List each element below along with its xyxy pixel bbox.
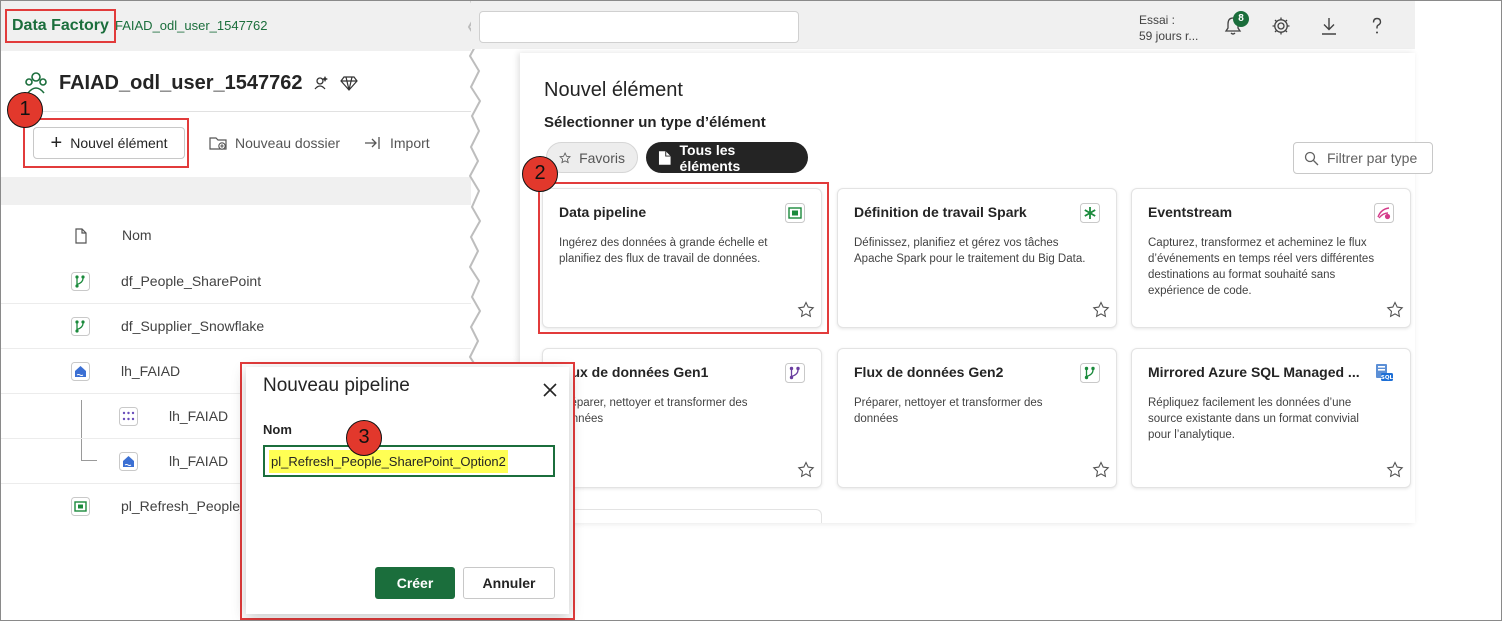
step-badge-2: 2 (522, 156, 558, 192)
new-item-label: Nouvel élément (70, 135, 168, 151)
card-description: Capturez, transformez et acheminez le fl… (1148, 237, 1375, 297)
filter-placeholder: Filtrer par type (1327, 150, 1418, 166)
favorite-star-icon[interactable] (1092, 461, 1110, 479)
file-type-column-icon (75, 228, 87, 244)
card-title: Flux de données Gen2 (854, 364, 1004, 380)
global-search-input[interactable] (479, 11, 799, 43)
card-title: Définition de travail Spark (854, 204, 1027, 220)
dataflow-gen2-icon (1080, 363, 1100, 383)
workspace-header: FAIAD_odl_user_1547762 (23, 67, 359, 99)
pipeline-icon (71, 497, 90, 516)
tab-favorites-label: Favoris (579, 149, 625, 166)
sql-mirror-icon: SQL (1376, 364, 1394, 381)
tab-all-items-label: Tous les éléments (679, 141, 741, 174)
card-description: Répliquez facilement les données d’une s… (1148, 397, 1359, 441)
row-name[interactable]: df_Supplier_Snowflake (121, 318, 264, 334)
item-card-eventstream[interactable]: Eventstream Capturez, transformez et ach… (1131, 188, 1411, 328)
column-header-name[interactable]: Nom (122, 227, 152, 243)
search-icon (1304, 151, 1319, 165)
pipeline-name-input[interactable]: pl_Refresh_People_SharePoint_Option2 (263, 445, 555, 477)
card-title: Eventstream (1148, 204, 1233, 220)
row-name[interactable]: lh_FAIAD (169, 408, 228, 424)
dataflow-gen2-icon (71, 272, 90, 291)
trial-days: 59 jours r... (1139, 29, 1199, 43)
item-card-mirrored-azure-sql[interactable]: Mirrored Azure SQL Managed ... SQL Répli… (1131, 348, 1411, 488)
card-description: Définissez, planifiez et gérez vos tâche… (854, 237, 1086, 265)
card-description: Préparer, nettoyer et transformer des do… (854, 397, 1043, 425)
step-badge-1: 1 (7, 92, 43, 128)
tab-all-items[interactable]: Tous les éléments (646, 141, 808, 174)
new-folder-icon (209, 137, 227, 150)
card-title: Flux de données Gen1 (559, 364, 709, 380)
breadcrumb-workspace[interactable]: FAIAD_odl_user_1547762 (115, 18, 268, 33)
highlight-box-data-pipeline (538, 182, 829, 334)
item-card-dataflow-gen1[interactable]: Flux de données Gen1 Préparer, nettoyer … (542, 348, 822, 488)
premium-diamond-icon[interactable] (340, 74, 359, 92)
sql-endpoint-icon (119, 407, 138, 426)
pipeline-name-value: pl_Refresh_People_SharePoint_Option2 (269, 449, 508, 473)
row-name[interactable]: df_People_SharePoint (121, 273, 261, 289)
help-icon[interactable] (1367, 16, 1387, 36)
table-row[interactable]: df_Supplier_Snowflake Ol (1, 304, 471, 349)
plus-icon: + (50, 132, 63, 154)
item-card-dataflow-gen2[interactable]: Flux de données Gen2 Préparer, nettoyer … (837, 348, 1117, 488)
panel-title: Nouvel élément (544, 79, 683, 101)
download-icon[interactable] (1319, 16, 1339, 36)
favorite-star-icon[interactable] (1092, 301, 1110, 319)
lakehouse-icon (119, 452, 138, 471)
spark-icon (1080, 203, 1100, 223)
item-card-partial (542, 509, 822, 523)
new-folder-label: Nouveau dossier (235, 135, 341, 151)
workspace-identity-icon[interactable] (312, 74, 330, 92)
panel-subtitle: Sélectionner un type d’élément (544, 114, 766, 131)
card-description: Préparer, nettoyer et transformer des do… (559, 397, 748, 425)
trial-label: Essai : (1139, 13, 1176, 27)
filter-by-type-input[interactable]: Filtrer par type (1293, 142, 1433, 174)
import-icon (365, 137, 380, 149)
document-icon (658, 150, 671, 165)
create-button[interactable]: Créer (375, 567, 455, 599)
favorite-star-icon[interactable] (1386, 461, 1404, 479)
screenshot-frame: Data Factory FAIAD_odl_user_1547762 FAIA… (0, 0, 1502, 621)
app-name[interactable]: Data Factory (5, 9, 116, 43)
card-title: Mirrored Azure SQL Managed ... (1148, 364, 1360, 380)
gear-icon[interactable] (1271, 16, 1291, 36)
close-icon[interactable] (539, 379, 561, 401)
dataflow-gen2-icon (71, 317, 90, 336)
toolbar-divider (23, 111, 471, 112)
workspace-title: FAIAD_odl_user_1547762 (59, 71, 303, 94)
notification-count-badge: 8 (1233, 11, 1249, 27)
import-label: Import (390, 135, 430, 151)
new-item-button[interactable]: + Nouvel élément (33, 127, 185, 159)
filter-band (1, 177, 471, 205)
dialog-title: Nouveau pipeline (263, 375, 410, 396)
table-row[interactable]: df_People_SharePoint Ol (1, 259, 471, 304)
item-card-spark-job[interactable]: Définition de travail Spark Définissez, … (837, 188, 1117, 328)
step-badge-3: 3 (346, 420, 382, 456)
favorite-star-icon[interactable] (1386, 301, 1404, 319)
import-button[interactable]: Import (364, 134, 430, 152)
svg-text:SQL: SQL (1381, 375, 1394, 381)
eventstream-icon (1374, 203, 1394, 223)
new-folder-button[interactable]: Nouveau dossier (209, 134, 340, 152)
trial-status[interactable]: Essai : 59 jours r... (1139, 12, 1198, 44)
row-name[interactable]: lh_FAIAD (121, 363, 180, 379)
cancel-button[interactable]: Annuler (463, 567, 555, 599)
dataflow-gen1-icon (785, 363, 805, 383)
lakehouse-icon (71, 362, 90, 381)
favorite-star-icon[interactable] (797, 461, 815, 479)
row-name[interactable]: pl_Refresh_People_S (121, 498, 257, 514)
top-bar-left: Data Factory FAIAD_odl_user_1547762 (1, 1, 471, 51)
name-field-label: Nom (263, 422, 292, 437)
row-name[interactable]: lh_FAIAD (169, 453, 228, 469)
tab-favorites[interactable]: Favoris (546, 142, 638, 173)
star-icon (559, 151, 571, 163)
